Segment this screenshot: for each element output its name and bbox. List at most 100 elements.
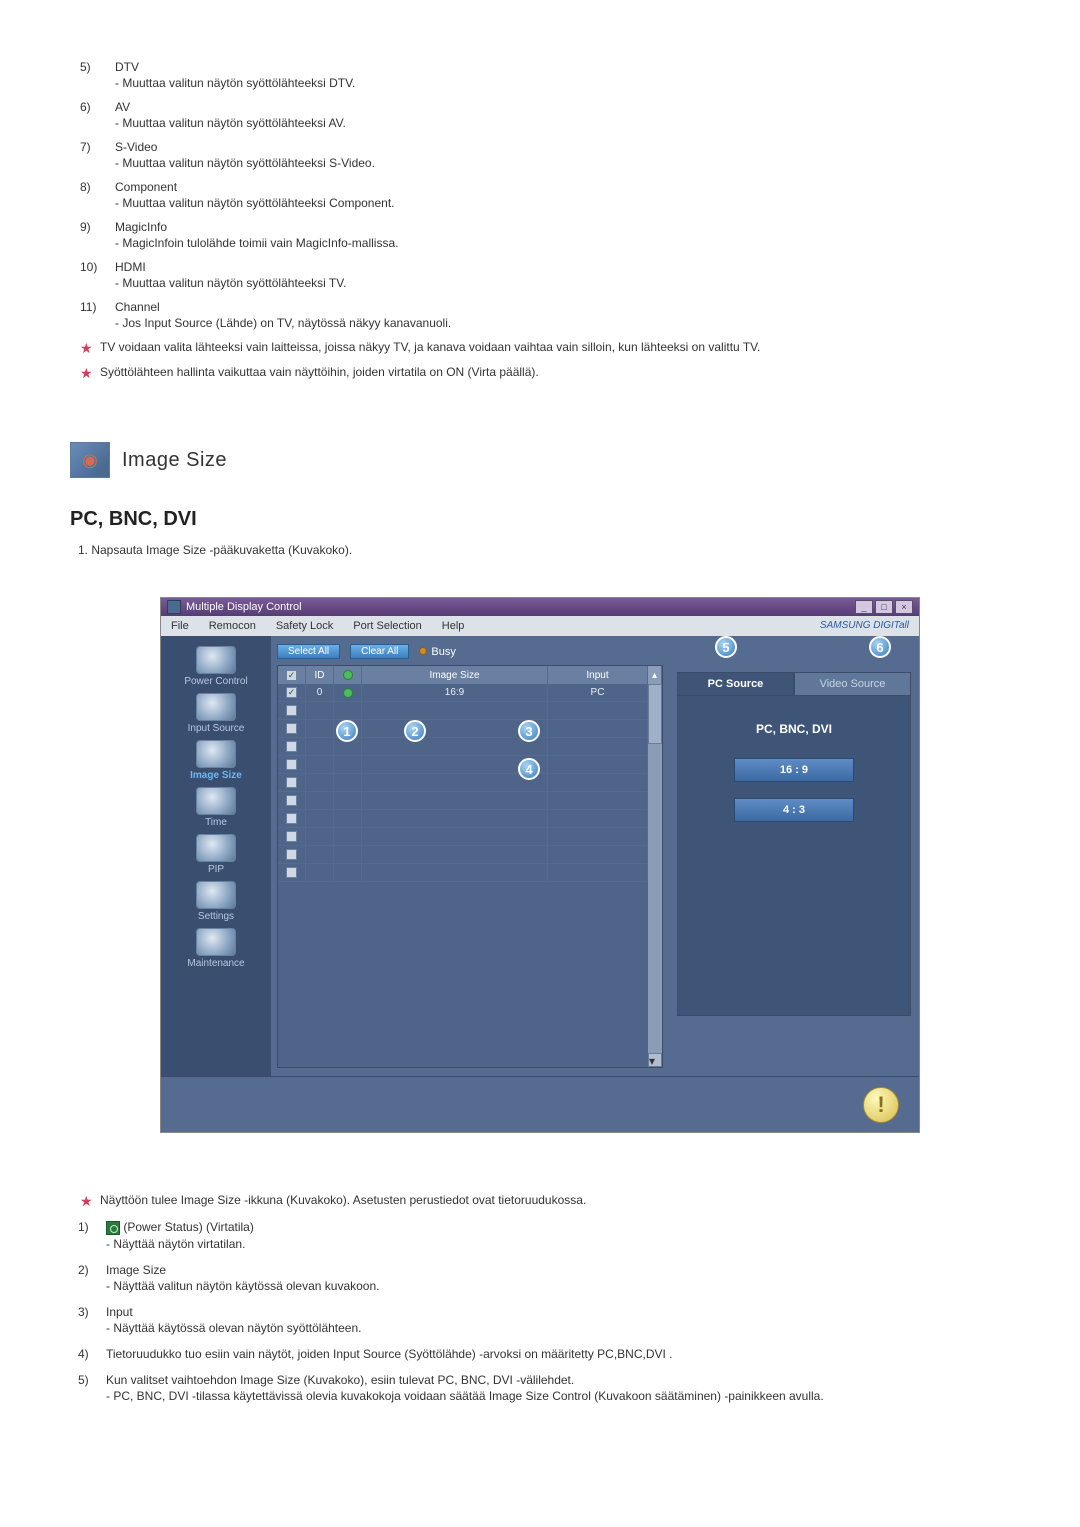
power-control-icon (196, 646, 236, 674)
list-desc: - Näyttää valitun näytön käytössä olevan… (106, 1279, 1010, 1293)
list-title: HDMI (115, 260, 1010, 274)
minimize-button[interactable]: _ (855, 600, 873, 614)
sidebar-item-maintenance[interactable]: Maintenance (165, 928, 267, 969)
cell-size: 16:9 (362, 684, 548, 702)
table-row (278, 738, 662, 756)
tab-pc-source[interactable]: PC Source (677, 672, 794, 696)
list-num: 8) (80, 180, 115, 210)
pip-icon (196, 834, 236, 862)
table-row (278, 864, 662, 882)
list-title: DTV (115, 60, 1010, 74)
note-text: TV voidaan valita lähteeksi vain laittei… (100, 340, 1010, 357)
list-title: S-Video (115, 140, 1010, 154)
row-checkbox[interactable] (286, 795, 297, 806)
tab-video-source[interactable]: Video Source (794, 672, 911, 696)
note-text: Syöttölähteen hallinta vaikuttaa vain nä… (100, 365, 1010, 382)
ratio-16-9-button[interactable]: 16 : 9 (734, 758, 854, 782)
list-title: AV (115, 100, 1010, 114)
power-status-icon (106, 1221, 120, 1235)
table-header: ID Image Size Input ▴ (278, 666, 662, 684)
note-text: Näyttöön tulee Image Size -ikkuna (Kuvak… (100, 1193, 1010, 1210)
menu-remocon[interactable]: Remocon (199, 618, 266, 634)
busy-indicator: Busy (419, 646, 455, 658)
col-image-size[interactable]: Image Size (362, 666, 548, 684)
list-item: 3) Input - Näyttää käytössä olevan näytö… (78, 1305, 1010, 1337)
sidebar-item-pip[interactable]: PIP (165, 834, 267, 875)
row-checkbox[interactable] (286, 705, 297, 716)
clear-all-button[interactable]: Clear All (350, 644, 409, 659)
ratio-4-3-button[interactable]: 4 : 3 (734, 798, 854, 822)
menu-safety-lock[interactable]: Safety Lock (266, 618, 343, 634)
list-item: 6) AV - Muuttaa valitun näytön syöttöläh… (80, 100, 1010, 130)
table-row[interactable]: 0 16:9 PC (278, 684, 662, 702)
row-checkbox[interactable] (286, 741, 297, 752)
callout-marker-1: 1 (336, 720, 358, 742)
list-title: (Power Status) (Virtatila) (106, 1220, 1010, 1235)
sidebar-item-input-source[interactable]: Input Source (165, 693, 267, 734)
app-window: Multiple Display Control _ □ × File Remo… (160, 597, 920, 1133)
sidebar-item-time[interactable]: Time (165, 787, 267, 828)
row-checkbox[interactable] (286, 723, 297, 734)
panel-label: PC, BNC, DVI (756, 716, 832, 742)
list-desc: - Muuttaa valitun näytön syöttölähteeksi… (115, 116, 1010, 130)
close-button[interactable]: × (895, 600, 913, 614)
busy-dot-icon (419, 647, 427, 655)
row-checkbox[interactable] (286, 813, 297, 824)
checkbox-icon (286, 670, 297, 681)
list-num: 6) (80, 100, 115, 130)
list-title: MagicInfo (115, 220, 1010, 234)
sidebar-item-settings[interactable]: Settings (165, 881, 267, 922)
list-title: Component (115, 180, 1010, 194)
col-id[interactable]: ID (306, 666, 334, 684)
list-item: 9) MagicInfo - MagicInfoin tulolähde toi… (80, 220, 1010, 250)
list-title: Kun valitset vaihtoehdon Image Size (Kuv… (106, 1373, 1010, 1387)
list-title: Tietoruudukko tuo esiin vain näytöt, joi… (106, 1347, 1010, 1361)
menubar: File Remocon Safety Lock Port Selection … (161, 616, 919, 636)
sidebar: Power Control Input Source Image Size Ti… (161, 636, 271, 1076)
menu-port-selection[interactable]: Port Selection (343, 618, 431, 634)
settings-icon (196, 881, 236, 909)
list-num: 10) (80, 260, 115, 290)
col-checkbox[interactable] (278, 666, 306, 684)
list-title: Input (106, 1305, 1010, 1319)
list-desc: - Jos Input Source (Lähde) on TV, näytös… (115, 316, 1010, 330)
row-checkbox[interactable] (286, 831, 297, 842)
row-checkbox[interactable] (286, 759, 297, 770)
col-input[interactable]: Input (548, 666, 648, 684)
list-item: 7) S-Video - Muuttaa valitun näytön syöt… (80, 140, 1010, 170)
sub-title: PC, BNC, DVI (70, 508, 1010, 531)
scroll-down-button[interactable]: ▾ (648, 1053, 662, 1067)
table-row (278, 756, 662, 774)
status-dot-icon (343, 688, 353, 698)
right-panel: 5 6 PC Source Video Source PC, BNC, DVI … (669, 636, 919, 1076)
sidebar-item-power-control[interactable]: Power Control (165, 646, 267, 687)
scroll-up-button[interactable]: ▴ (648, 666, 662, 684)
list-desc: - Näyttää käytössä olevan näytön syöttöl… (106, 1321, 1010, 1335)
table-row (278, 828, 662, 846)
menu-help[interactable]: Help (432, 618, 475, 634)
list-num: 1) (78, 1220, 106, 1253)
list-item: 1) (Power Status) (Virtatila) - Näyttää … (78, 1220, 1010, 1253)
row-checkbox[interactable] (286, 867, 297, 878)
image-size-icon (196, 740, 236, 768)
menu-file[interactable]: File (161, 618, 199, 634)
source-options-list: 5) DTV - Muuttaa valitun näytön syöttölä… (80, 60, 1010, 330)
maintenance-icon (196, 928, 236, 956)
scrollbar-thumb[interactable] (648, 684, 662, 744)
note-star: ★ Syöttölähteen hallinta vaikuttaa vain … (80, 365, 1010, 382)
row-checkbox[interactable] (286, 777, 297, 788)
row-checkbox[interactable] (286, 687, 297, 698)
sidebar-label: Maintenance (165, 958, 267, 969)
select-all-button[interactable]: Select All (277, 644, 340, 659)
window-controls: _ □ × (855, 600, 913, 614)
sidebar-item-image-size[interactable]: Image Size (165, 740, 267, 781)
table-row (278, 810, 662, 828)
row-checkbox[interactable] (286, 849, 297, 860)
sidebar-label: Input Source (165, 723, 267, 734)
table-row (278, 774, 662, 792)
maximize-button[interactable]: □ (875, 600, 893, 614)
list-item: 4) Tietoruudukko tuo esiin vain näytöt, … (78, 1347, 1010, 1363)
col-status[interactable] (334, 666, 362, 684)
scrollbar[interactable]: ▾ (648, 684, 662, 1067)
info-icon[interactable]: ! (863, 1087, 899, 1123)
